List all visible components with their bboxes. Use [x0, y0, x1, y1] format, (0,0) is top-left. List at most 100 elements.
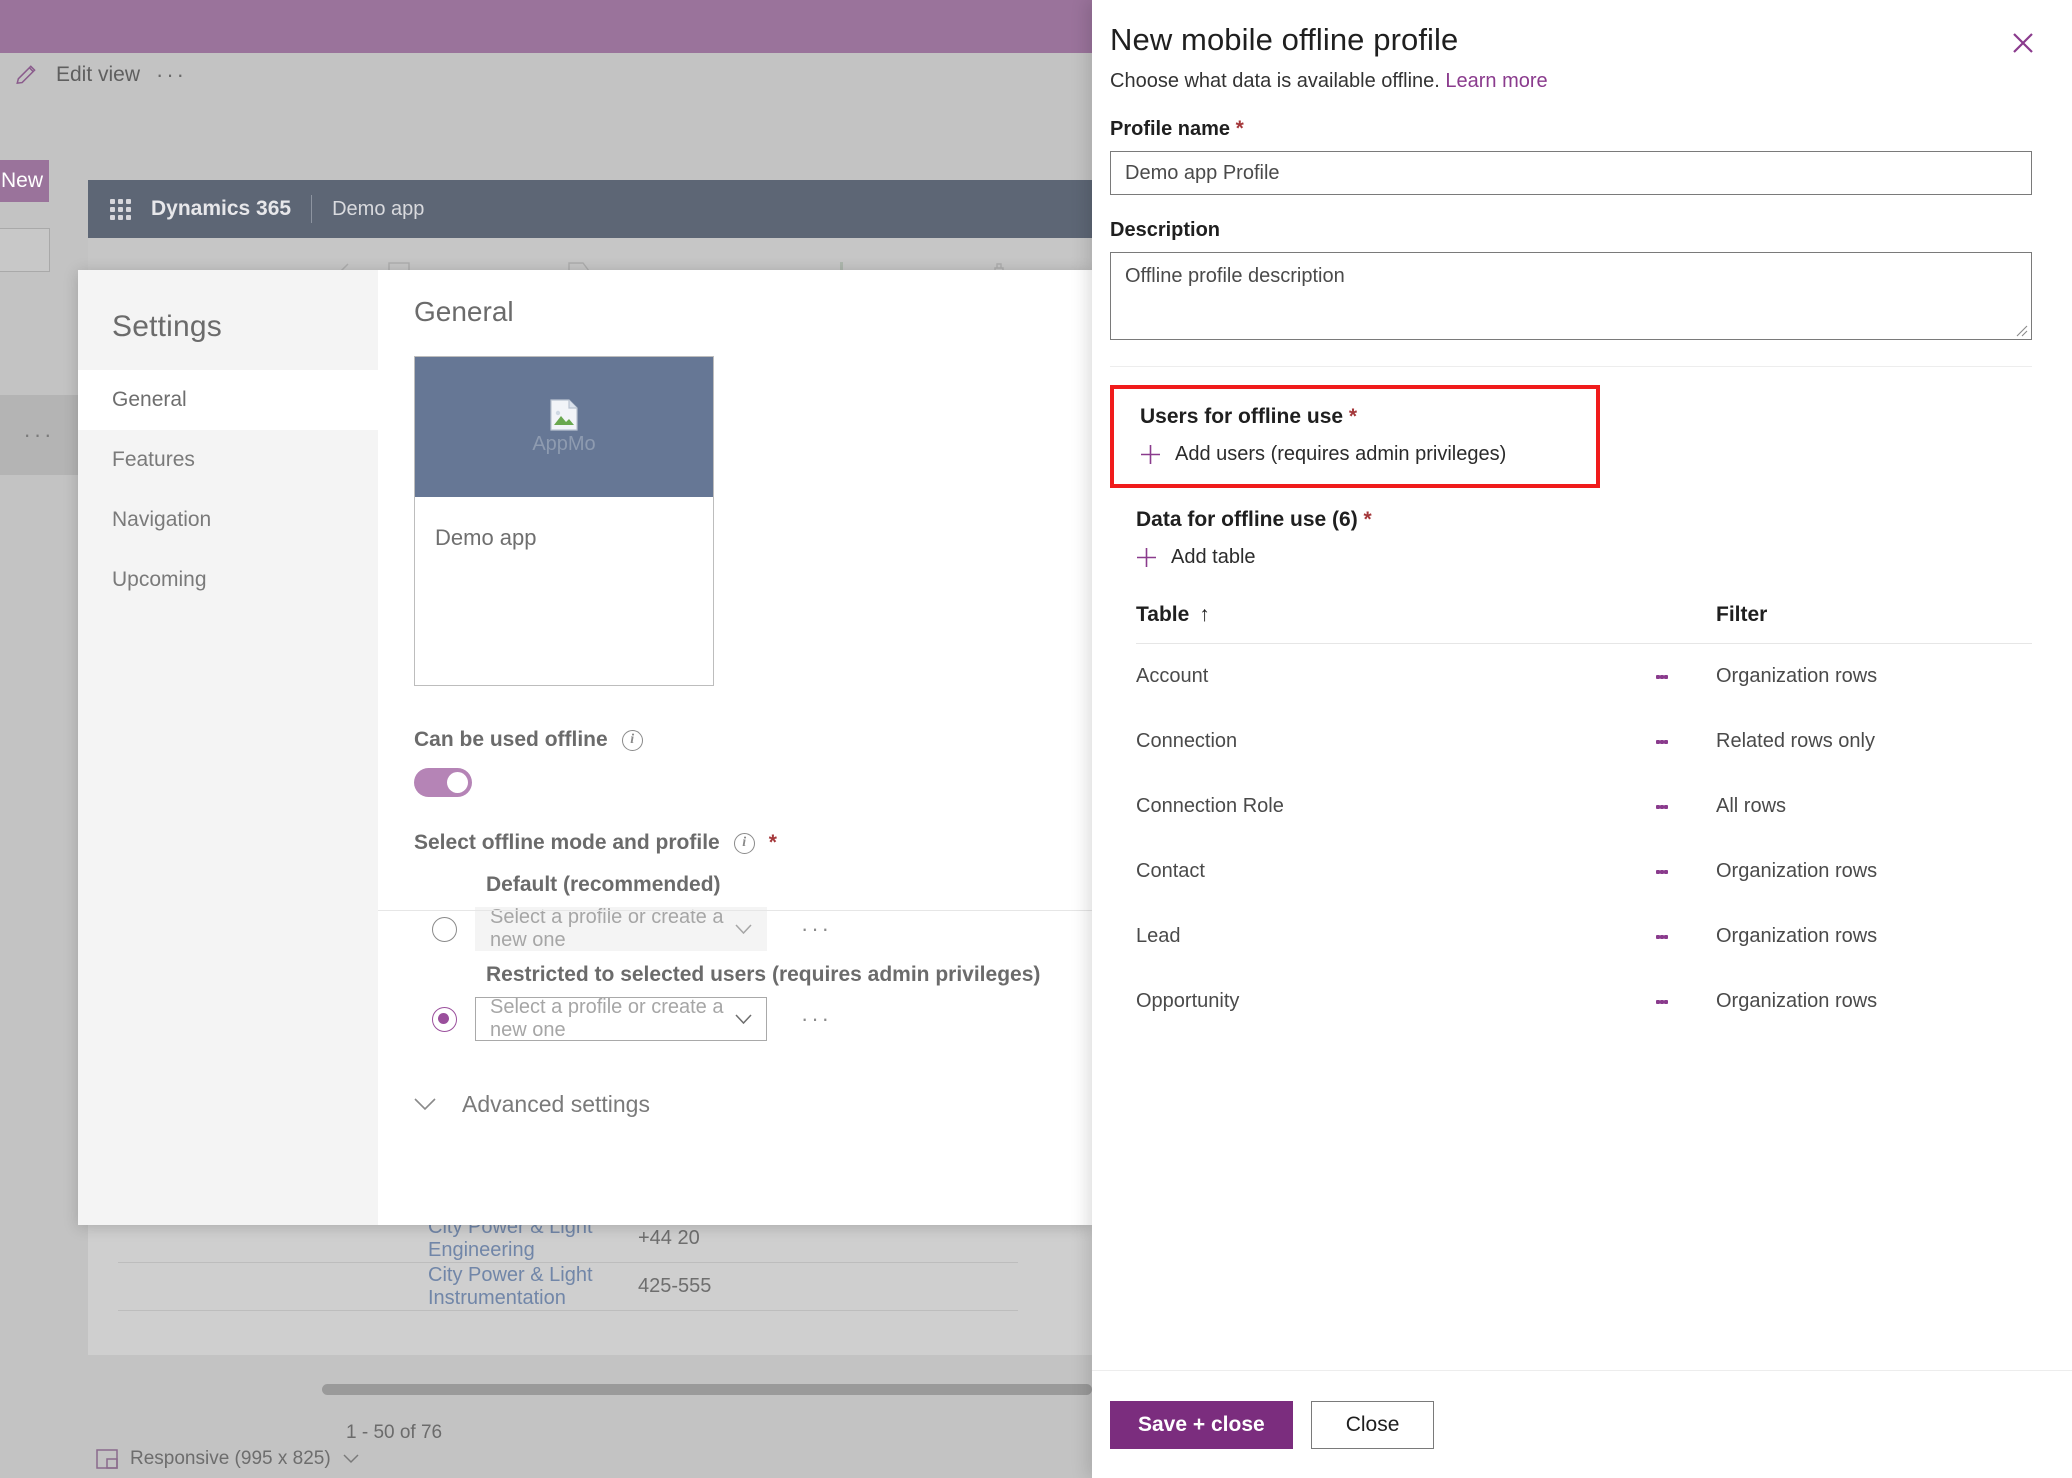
save-and-close-button[interactable]: Save + close: [1110, 1400, 1293, 1449]
sidebar-item-upcoming[interactable]: Upcoming: [78, 550, 378, 610]
row-overflow-icon[interactable]: [1656, 997, 1716, 1007]
row-overflow-icon[interactable]: [1656, 737, 1716, 747]
column-header-table[interactable]: Table ↑: [1136, 603, 1716, 627]
toolbar-overflow-icon[interactable]: ···: [156, 64, 187, 86]
waffle-icon[interactable]: [110, 198, 131, 220]
required-marker: *: [1235, 117, 1244, 140]
info-icon[interactable]: i: [621, 729, 643, 751]
panel-body: New mobile offline profile Choose what d…: [1092, 0, 2072, 1370]
table-row[interactable]: Lead Organization rows: [1136, 904, 2032, 969]
app-tile[interactable]: AppMo Demo app: [414, 356, 714, 686]
offline-mode-label-row: Select offline mode and profile i *: [414, 831, 1092, 855]
sidebar-item-label: Upcoming: [112, 568, 207, 591]
row-overflow-icon[interactable]: [1656, 802, 1716, 812]
radio-default[interactable]: [432, 916, 457, 942]
radio-restricted[interactable]: [432, 1006, 457, 1032]
grid-horizontal-scrollbar[interactable]: [322, 1384, 1092, 1395]
cell-table-name: Contact: [1136, 860, 1205, 882]
column-header-filter[interactable]: Filter: [1716, 603, 1767, 627]
can-be-used-offline-toggle[interactable]: [414, 768, 472, 797]
chevron-down-icon: [735, 1013, 752, 1024]
option-caption: Restricted to selected users (requires a…: [486, 963, 1041, 986]
cell-table-name: Account: [1136, 665, 1209, 687]
cell-table-name: Opportunity: [1136, 990, 1240, 1012]
description-value: Offline profile description: [1125, 265, 1345, 287]
table-row[interactable]: City Power & Light Instrumentation 425-5…: [118, 1263, 1018, 1311]
background-grid: City Power & Light Engineering +44 20 Ci…: [118, 1215, 1018, 1311]
close-button[interactable]: Close: [1310, 1400, 1435, 1449]
offline-toggle-block: Can be used offline i: [414, 728, 1092, 797]
profile-select-value: Select a profile or create a new one: [490, 996, 724, 1041]
advanced-settings-toggle[interactable]: Advanced settings: [414, 1091, 1092, 1118]
cell-filter: Organization rows: [1716, 860, 1878, 882]
option-row: Select a profile or create a new one ···: [414, 906, 1092, 951]
responsive-label: Responsive (995 x 825): [130, 1448, 331, 1469]
header-divider: [311, 195, 313, 223]
dynamics-header-bar: Dynamics 365 Demo app: [88, 180, 1092, 238]
edit-view-label[interactable]: Edit view: [56, 63, 140, 87]
product-name: Dynamics 365: [151, 197, 292, 220]
info-icon[interactable]: i: [733, 832, 755, 854]
add-users-button[interactable]: Add users (requires admin privileges): [1140, 443, 1576, 466]
edit-view-toolbar: Edit view ···: [14, 62, 187, 88]
page-title: General: [414, 296, 514, 327]
grid-pager-label: 1 - 50 of 76: [346, 1422, 443, 1443]
option-row: Select a profile or create a new one ···: [414, 996, 1092, 1041]
settings-divider: [378, 910, 1092, 911]
app-tile-name: Demo app: [435, 525, 537, 550]
row-overflow-icon[interactable]: [1656, 672, 1716, 682]
profile-select-default[interactable]: Select a profile or create a new one: [475, 906, 767, 951]
resize-grip-icon[interactable]: [2014, 323, 2028, 337]
table-row[interactable]: Opportunity Organization rows: [1136, 969, 2032, 1034]
left-panel-placeholder: [0, 228, 50, 272]
learn-more-link[interactable]: Learn more: [1445, 70, 1547, 92]
profile-select-restricted[interactable]: Select a profile or create a new one: [475, 996, 767, 1041]
add-table-button[interactable]: Add table: [1136, 546, 2032, 569]
offline-mode-option-default: Default (recommended) Select a profile o…: [414, 873, 1092, 951]
table-row[interactable]: Connection Role All rows: [1136, 774, 2032, 839]
required-marker: *: [768, 831, 777, 854]
option-caption: Default (recommended): [486, 873, 721, 896]
responsive-layout-icon: [96, 1449, 118, 1469]
panel-section-divider: [1110, 366, 2032, 367]
row-overflow-icon[interactable]: [1656, 867, 1716, 877]
account-name-link[interactable]: City Power & Light Instrumentation: [118, 1264, 638, 1310]
plus-icon: [1141, 445, 1160, 464]
cell-filter: Organization rows: [1716, 925, 1878, 947]
sort-ascending-icon: ↑: [1199, 603, 1210, 626]
cell-filter: Organization rows: [1716, 665, 1878, 687]
offline-tables-grid: Table ↑ Filter Account Organization rows: [1136, 603, 2032, 1034]
chevron-down-icon: [414, 1098, 436, 1111]
table-row[interactable]: Account Organization rows: [1136, 644, 2032, 709]
left-row-overflow-icon[interactable]: ···: [0, 395, 78, 475]
description-textarea[interactable]: Offline profile description: [1110, 252, 2032, 340]
profile-overflow-icon[interactable]: ···: [801, 1008, 832, 1030]
table-row[interactable]: Contact Organization rows: [1136, 839, 2032, 904]
cell-filter: Organization rows: [1716, 990, 1878, 1012]
column-header-filter-label: Filter: [1716, 603, 1768, 626]
profile-name-input[interactable]: Demo app Profile: [1110, 151, 2032, 195]
responsive-size-selector[interactable]: Responsive (995 x 825): [96, 1448, 359, 1470]
sidebar-item-features[interactable]: Features: [78, 430, 378, 490]
row-overflow-icon[interactable]: [1656, 932, 1716, 942]
data-for-offline-use-section: Data for offline use (6) * Add table Tab…: [1110, 508, 2032, 1034]
panel-subtitle-text: Choose what data is available offline.: [1110, 70, 1440, 92]
panel-subtitle: Choose what data is available offline. L…: [1110, 70, 2032, 93]
table-row[interactable]: Connection Related rows only: [1136, 709, 2032, 774]
add-table-label: Add table: [1171, 546, 1256, 568]
users-section-title-text: Users for offline use: [1140, 405, 1344, 428]
profile-overflow-icon[interactable]: ···: [801, 918, 832, 940]
new-button[interactable]: New: [0, 160, 49, 202]
advanced-settings-label: Advanced settings: [462, 1091, 650, 1117]
sidebar-item-navigation[interactable]: Navigation: [78, 490, 378, 550]
profile-name-label: Profile name *: [1110, 117, 2032, 141]
chevron-down-icon: [735, 923, 752, 934]
close-icon[interactable]: [2008, 28, 2038, 58]
profile-select-value: Select a profile or create a new one: [490, 906, 724, 951]
sidebar-item-label: Features: [112, 448, 195, 471]
panel-footer: Save + close Close: [1092, 1370, 2072, 1478]
app-tile-image-alt: AppMo: [532, 432, 596, 455]
toggle-knob: [447, 772, 468, 793]
settings-sidebar: Settings General Features Navigation Upc…: [78, 270, 378, 1225]
sidebar-item-general[interactable]: General: [78, 370, 378, 430]
